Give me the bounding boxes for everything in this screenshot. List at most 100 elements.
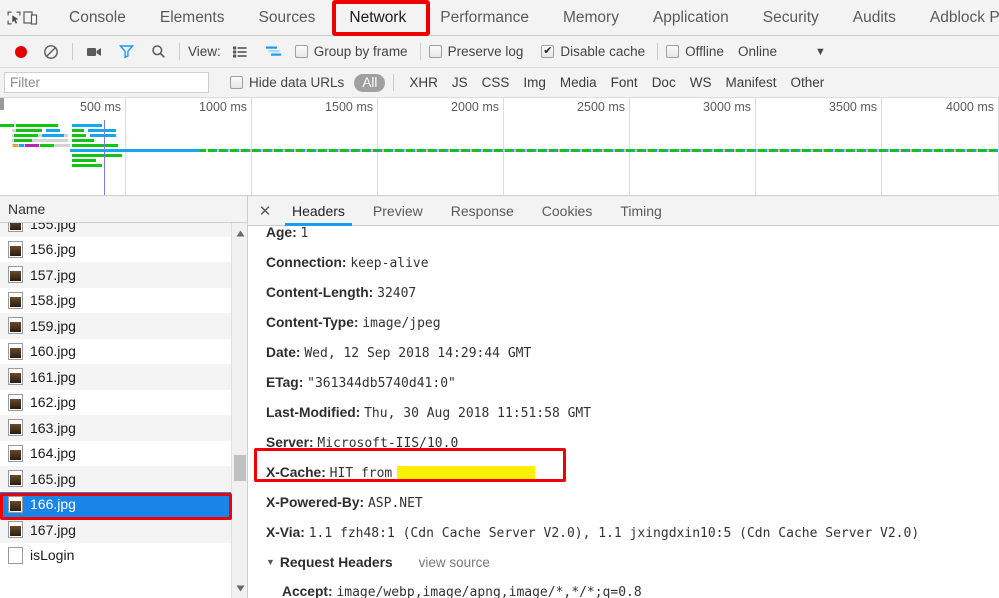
filter-type-xhr[interactable]: XHR (402, 75, 445, 90)
search-icon[interactable] (145, 39, 171, 65)
request-row[interactable]: 160.jpg (0, 339, 247, 365)
device-toolbar-icon[interactable] (22, 4, 38, 32)
view-list-icon[interactable] (227, 39, 253, 65)
filter-type-other[interactable]: Other (783, 75, 831, 90)
request-row[interactable]: 165.jpg (0, 466, 247, 492)
header-key: Last-Modified: (266, 405, 364, 420)
filter-type-manifest[interactable]: Manifest (718, 75, 783, 90)
tab-adblock-plus[interactable]: Adblock Plus (913, 0, 999, 36)
request-row[interactable]: 163.jpg (0, 415, 247, 441)
tab-elements[interactable]: Elements (143, 0, 242, 36)
filter-type-js[interactable]: JS (445, 75, 475, 90)
view-source-link[interactable]: view source (419, 548, 490, 577)
header-value: Microsoft-IIS/10.0 (317, 436, 458, 451)
request-row[interactable]: 157.jpg (0, 262, 247, 288)
toolbar-divider-1 (72, 43, 73, 60)
headers-content[interactable]: Age: 1Connection: keep-aliveContent-Leng… (248, 226, 999, 598)
view-waterfall-icon[interactable] (261, 39, 287, 65)
request-list-scrollbar[interactable] (231, 223, 247, 598)
disable-cache-checkbox[interactable]: ✔ Disable cache (541, 44, 645, 59)
header-key: Content-Type: (266, 315, 362, 330)
image-file-icon (8, 496, 23, 513)
header-value: HIT from (330, 466, 393, 481)
inspect-element-icon[interactable] (6, 4, 22, 32)
tab-network[interactable]: Network (332, 0, 423, 36)
tab-preview[interactable]: Preview (359, 196, 437, 226)
filter-type-img[interactable]: Img (516, 75, 553, 90)
header-key: Accept: (282, 584, 336, 598)
filter-input[interactable] (4, 72, 209, 93)
overview-request-bar (40, 144, 54, 147)
group-by-frame-box[interactable] (295, 45, 308, 58)
header-line: Age: 1 (266, 226, 999, 248)
preserve-log-box[interactable] (429, 45, 442, 58)
clear-button[interactable] (38, 39, 64, 65)
filter-type-all[interactable]: All (354, 74, 385, 92)
hide-data-urls-box[interactable] (230, 76, 243, 89)
tab-cookies[interactable]: Cookies (528, 196, 607, 226)
offline-checkbox[interactable]: Offline (666, 44, 724, 59)
overview-request-bar (72, 144, 118, 147)
request-row[interactable]: 164.jpg (0, 441, 247, 467)
tab-security[interactable]: Security (746, 0, 836, 36)
hide-data-urls-checkbox[interactable]: Hide data URLs (230, 75, 344, 90)
tab-headers[interactable]: Headers (278, 196, 359, 226)
overview-request-bar (14, 134, 38, 137)
filter-type-doc[interactable]: Doc (645, 75, 683, 90)
overview-request-bar (14, 139, 32, 142)
request-row[interactable]: 166.jpg (0, 492, 247, 518)
request-list[interactable]: 155.jpg156.jpg 157.jpg 158.jpg159.jpg160.j… (0, 223, 247, 598)
offline-box[interactable] (666, 45, 679, 58)
overview-request-bar (72, 154, 122, 157)
header-line: Connection: keep-alive (266, 248, 999, 278)
tab-response[interactable]: Response (437, 196, 528, 226)
scroll-down-arrow-icon[interactable] (232, 580, 248, 596)
request-headers-section-title[interactable]: ▼ Request Headers view source (266, 548, 999, 577)
group-by-frame-checkbox[interactable]: Group by frame (295, 44, 408, 59)
request-row[interactable]: isLogin (0, 543, 247, 569)
request-row[interactable]: 167.jpg (0, 517, 247, 543)
filter-type-font[interactable]: Font (604, 75, 645, 90)
capture-screenshots-icon[interactable] (81, 39, 107, 65)
header-key: X-Via: (266, 525, 309, 540)
tab-sources[interactable]: Sources (242, 0, 333, 36)
caret-down-icon[interactable]: ▼ (266, 548, 275, 577)
filter-type-css[interactable]: CSS (475, 75, 517, 90)
filter-type-media[interactable]: Media (553, 75, 604, 90)
scrollbar-thumb[interactable] (234, 455, 246, 481)
filter-icon[interactable] (113, 39, 139, 65)
close-icon[interactable]: ✕ (252, 198, 278, 224)
header-line: ETag: "361344db5740d41:0" (266, 368, 999, 398)
image-file-icon (8, 317, 23, 334)
preserve-log-checkbox[interactable]: Preserve log (429, 44, 524, 59)
disable-cache-box[interactable]: ✔ (541, 45, 554, 58)
header-key: X-Powered-By: (266, 495, 368, 510)
column-header-name[interactable]: Name (0, 196, 247, 223)
scroll-up-arrow-icon[interactable] (232, 225, 248, 241)
throttling-value[interactable]: Online (738, 44, 777, 59)
request-name: 157.jpg (30, 267, 76, 283)
header-value: 1.1 fzh48:1 (Cdn Cache Server V2.0), 1.1… (309, 526, 919, 541)
overview-request-bar (19, 144, 24, 147)
request-row[interactable]: 159.jpg (0, 313, 247, 339)
header-value: Thu, 30 Aug 2018 11:51:58 GMT (364, 406, 591, 421)
tab-application[interactable]: Application (636, 0, 746, 36)
request-name: 163.jpg (30, 420, 76, 436)
request-row[interactable]: 161.jpg (0, 364, 247, 390)
filter-type-ws[interactable]: WS (683, 75, 719, 90)
tab-timing[interactable]: Timing (606, 196, 676, 226)
request-row[interactable]: 156.jpg (0, 237, 247, 263)
tab-memory[interactable]: Memory (546, 0, 636, 36)
toolbar-divider-3 (420, 43, 421, 60)
header-value: ASP.NET (368, 496, 423, 511)
tab-console[interactable]: Console (52, 0, 143, 36)
network-overview-timeline[interactable]: 500 ms1000 ms1500 ms2000 ms2500 ms3000 m… (0, 98, 999, 196)
chevron-down-icon[interactable]: ▼ (815, 46, 826, 58)
request-row[interactable]: 155.jpg (0, 223, 247, 237)
record-button[interactable] (8, 39, 34, 65)
tab-audits[interactable]: Audits (836, 0, 913, 36)
tab-performance[interactable]: Performance (423, 0, 546, 36)
request-row[interactable]: 162.jpg (0, 390, 247, 416)
request-row[interactable]: 158.jpg (0, 288, 247, 314)
header-key: Age: (266, 226, 301, 240)
